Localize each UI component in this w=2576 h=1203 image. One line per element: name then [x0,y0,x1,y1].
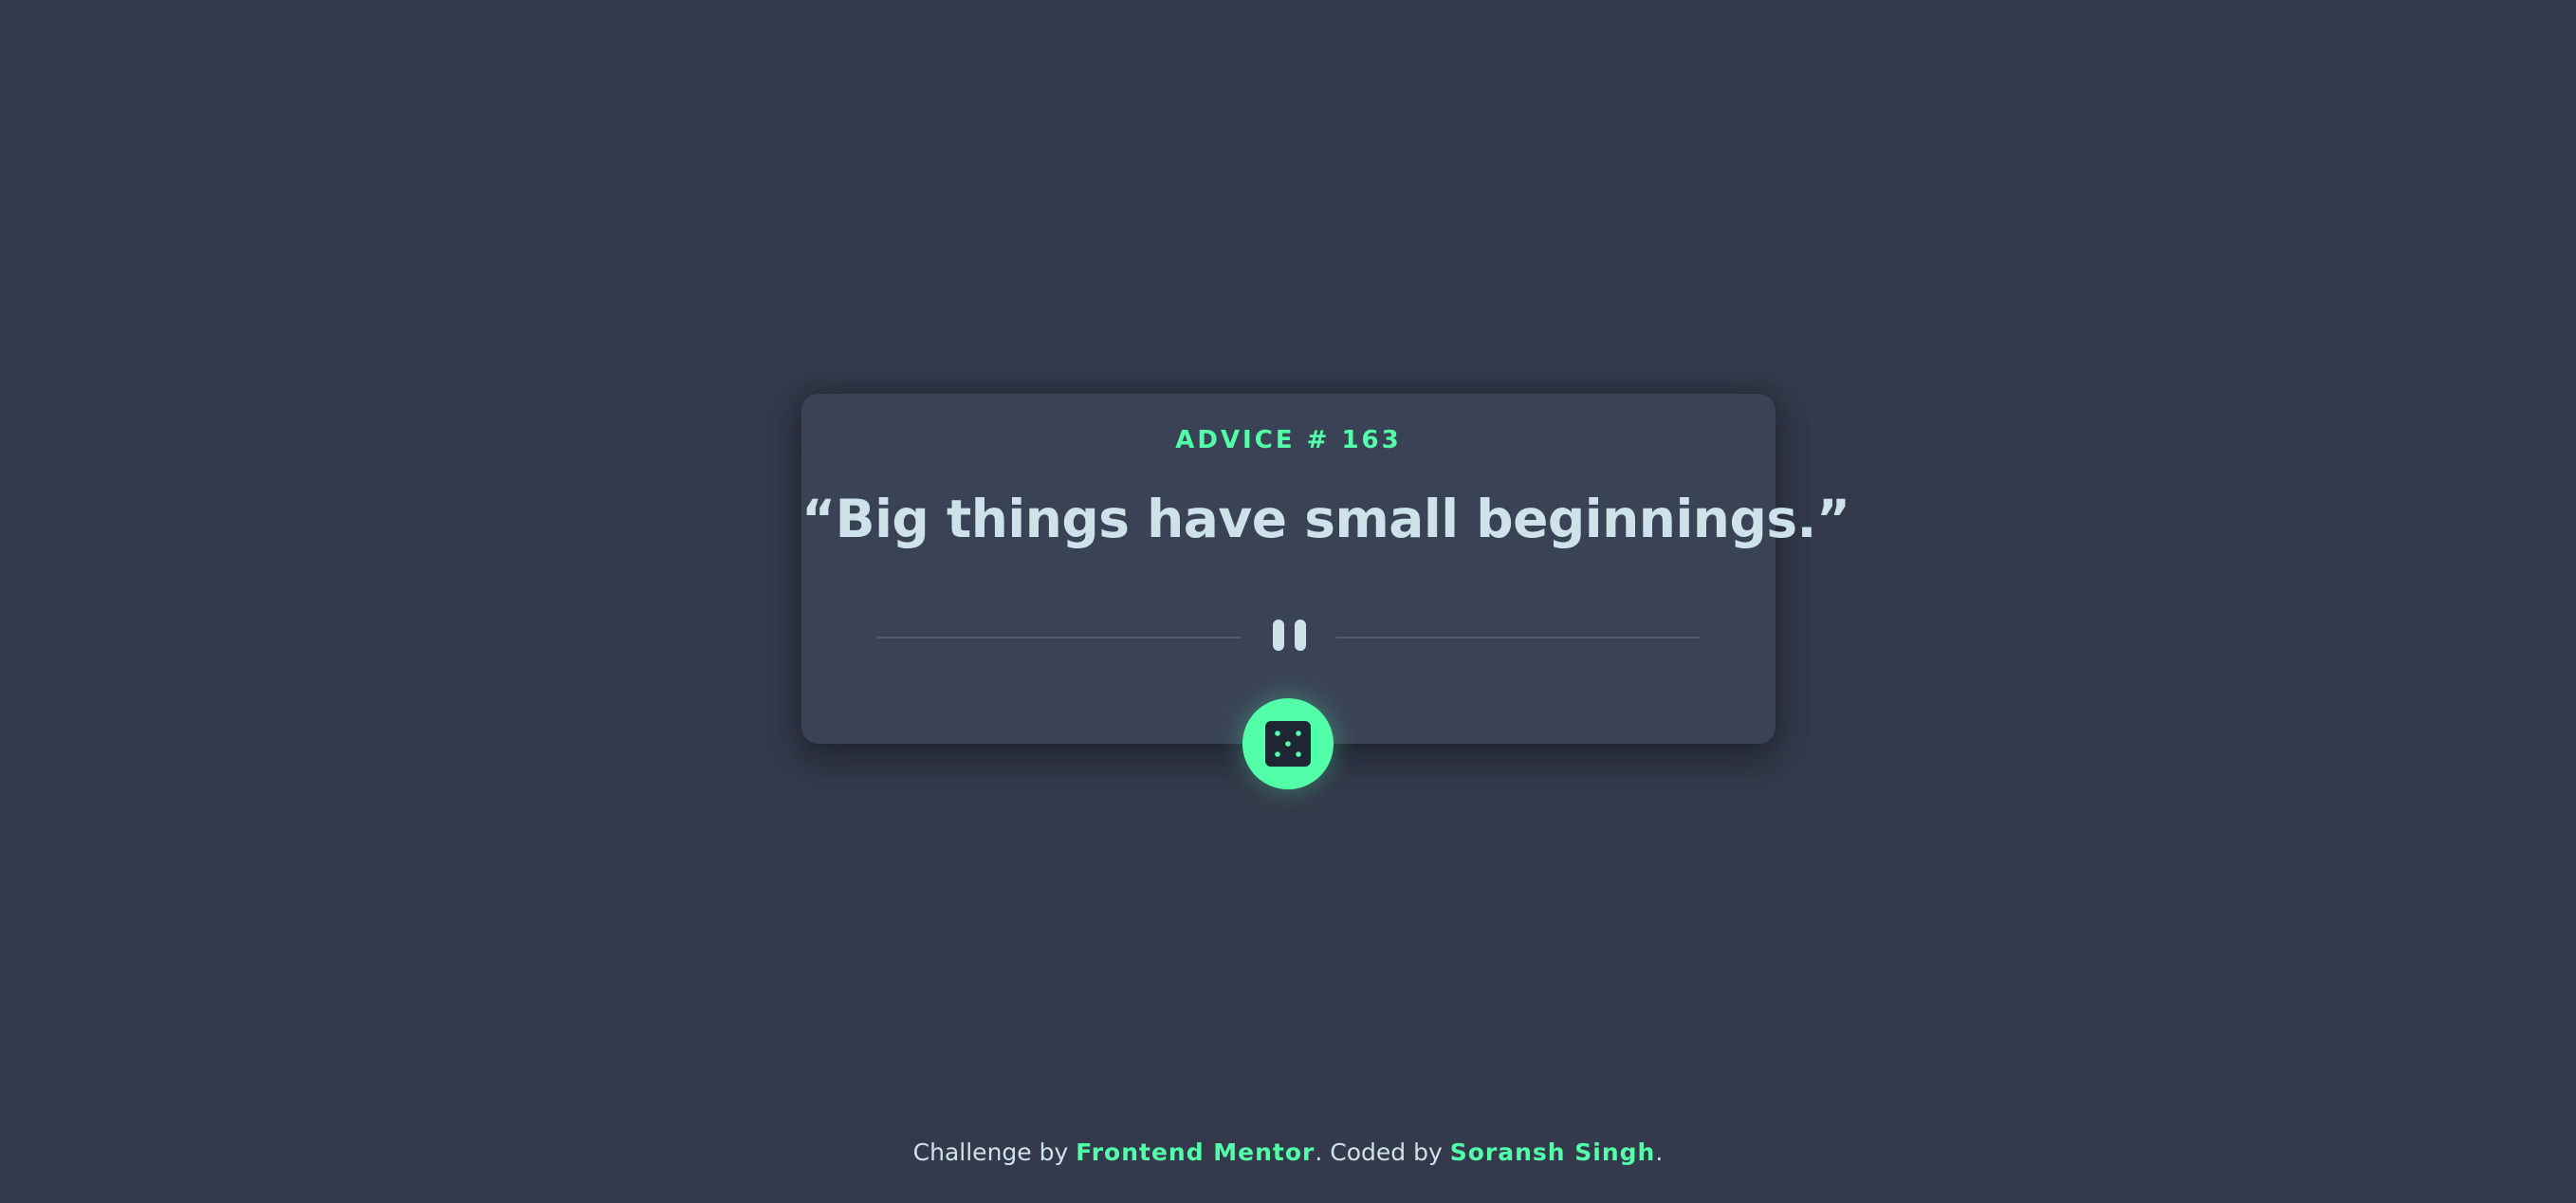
advice-card: ADVICE # 163 “Big things have small begi… [801,394,1850,744]
advice-divider [877,620,1700,656]
dice-icon [1265,721,1311,767]
attribution-challenge-text: Challenge by [912,1138,1076,1166]
author-link[interactable]: Soransh Singh [1450,1138,1656,1166]
pause-bar-left [1273,620,1284,651]
advice-id-label: ADVICE # 163 [1175,426,1402,454]
generate-advice-button[interactable] [1242,698,1334,789]
attribution-footer: Challenge by Frontend Mentor. Coded by S… [0,1138,2576,1166]
attribution-coded-text: . Coded by [1315,1138,1450,1166]
frontend-mentor-link[interactable]: Frontend Mentor [1076,1138,1315,1166]
divider-line-right [1336,637,1700,639]
divider-line-left [877,637,1241,639]
advice-quote: “Big things have small beginnings.” [801,489,1850,549]
attribution-suffix: . [1655,1138,1664,1166]
pause-bar-right [1295,620,1306,651]
